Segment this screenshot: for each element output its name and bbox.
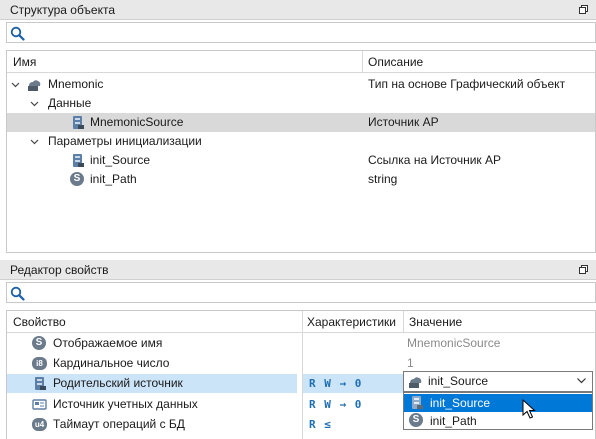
- tree-row-description: Источник AP: [368, 115, 439, 129]
- chevron-down-icon[interactable]: [577, 378, 586, 384]
- column-header-property[interactable]: Свойство: [13, 311, 66, 333]
- column-header-value[interactable]: Значение: [409, 311, 462, 333]
- source-icon: [73, 154, 84, 167]
- chevron-down-icon[interactable]: [30, 137, 39, 146]
- property-row-display-name[interactable]: S Отображаемое имя MnemonicSource: [7, 334, 595, 353]
- object-structure-tree: Имя Описание Mnemonic Тип на основе Граф…: [6, 50, 596, 253]
- dropdown-option-init-source[interactable]: init_Source: [404, 394, 592, 412]
- parent-source-combobox[interactable]: init_Source: [403, 371, 593, 392]
- column-header-name[interactable]: Имя: [13, 51, 36, 73]
- source-icon: [73, 116, 84, 129]
- parent-source-dropdown-list: init_Source S init_Path: [403, 392, 593, 430]
- object-structure-search[interactable]: [6, 22, 596, 43]
- object-structure-title: Структура объекта: [10, 3, 116, 17]
- object-structure-panel-title: Структура объекта: [0, 0, 596, 20]
- property-characteristics: R W → 0: [309, 377, 363, 390]
- source-icon: [35, 377, 46, 390]
- int8-type-icon: i8: [32, 357, 47, 370]
- property-editor-panel-title: Редактор свойств: [0, 260, 596, 280]
- property-characteristics: R ≤: [309, 418, 332, 431]
- property-editor-search-input[interactable]: [29, 284, 589, 301]
- string-type-icon: S: [70, 172, 84, 186]
- tree-row-name: Параметры инициализации: [48, 134, 202, 148]
- tree-row-description: string: [368, 172, 398, 186]
- tree-header: Имя Описание: [7, 51, 595, 73]
- mouse-pointer-icon: [522, 399, 536, 419]
- column-header-description[interactable]: Описание: [368, 51, 423, 73]
- property-name: Источник учетных данных: [53, 397, 198, 411]
- property-name: Кардинальное число: [53, 356, 170, 370]
- tree-row-data-group[interactable]: Данные: [7, 94, 595, 113]
- property-name: Отображаемое имя: [53, 336, 163, 350]
- uint4-type-icon: u4: [32, 418, 47, 431]
- credentials-icon: [32, 399, 47, 410]
- tree-row-name: init_Path: [90, 172, 137, 186]
- column-divider: [362, 51, 363, 73]
- property-grid-header: Свойство Характеристики Значение: [7, 311, 595, 333]
- property-name: Таймаут операций с БД: [53, 417, 185, 431]
- property-row-parent-source[interactable]: Родительский источник: [7, 374, 297, 393]
- property-value[interactable]: MnemonicSource: [407, 334, 500, 353]
- combobox-value: init_Source: [428, 374, 489, 388]
- tree-row-description: Ссылка на Источник AP: [368, 153, 502, 167]
- dropdown-option-init-path[interactable]: S init_Path: [404, 412, 592, 430]
- tree-row-init-path[interactable]: S init_Path string: [7, 170, 595, 189]
- search-icon: [10, 26, 25, 41]
- tree-row-init-params-group[interactable]: Параметры инициализации: [7, 132, 595, 151]
- search-icon: [10, 286, 25, 301]
- property-editor-title: Редактор свойств: [10, 263, 109, 277]
- tree-row-mnemonic[interactable]: Mnemonic Тип на основе Графический объек…: [7, 75, 595, 94]
- tree-row-name: MnemonicSource: [90, 115, 184, 129]
- property-editor-search[interactable]: [6, 282, 596, 303]
- chevron-down-icon[interactable]: [30, 99, 39, 108]
- string-type-icon: S: [32, 336, 46, 350]
- tree-row-name: Mnemonic: [48, 77, 104, 91]
- property-characteristics: R W → 0: [309, 398, 363, 411]
- column-divider: [403, 311, 404, 333]
- dropdown-option-label: init_Source: [430, 396, 491, 410]
- property-characteristics-cell: R W → 0: [303, 374, 403, 393]
- string-type-icon: S: [409, 413, 423, 427]
- restore-panel-icon[interactable]: [579, 5, 588, 14]
- tree-row-name: Данные: [48, 96, 92, 110]
- tree-row-mnemonic-source[interactable]: MnemonicSource Источник AP: [7, 113, 595, 132]
- chevron-down-icon[interactable]: [11, 80, 20, 89]
- restore-panel-icon[interactable]: [579, 265, 588, 274]
- column-header-characteristics[interactable]: Характеристики: [307, 311, 396, 333]
- tree-row-description: Тип на основе Графический объект: [368, 77, 566, 91]
- source-icon: [412, 396, 423, 409]
- tree-row-name: init_Source: [90, 153, 151, 167]
- graphic-object-icon: [28, 80, 41, 91]
- tree-row-init-source[interactable]: init_Source Ссылка на Источник AP: [7, 151, 595, 170]
- dropdown-option-label: init_Path: [430, 414, 477, 428]
- property-name: Родительский источник: [53, 376, 183, 390]
- object-structure-search-input[interactable]: [29, 24, 589, 41]
- source-icon: [409, 377, 422, 388]
